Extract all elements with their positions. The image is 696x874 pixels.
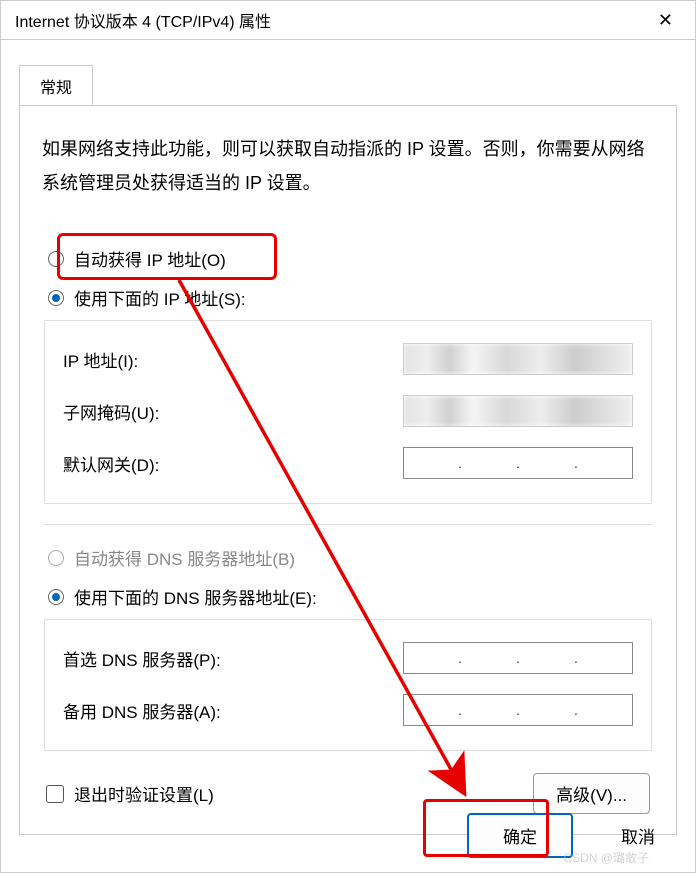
- watermark-text: CSDN @璐敢子: [563, 849, 649, 866]
- ip-address-input[interactable]: [403, 343, 633, 375]
- dialog-window: Internet 协议版本 4 (TCP/IPv4) 属性 ✕ 常规 如果网络支…: [0, 0, 696, 873]
- radio-manual-dns-label: 使用下面的 DNS 服务器地址(E):: [74, 584, 317, 609]
- radio-icon: [48, 589, 64, 605]
- primary-dns-label: 首选 DNS 服务器(P):: [63, 646, 221, 671]
- radio-manual-ip[interactable]: 使用下面的 IP 地址(S):: [48, 281, 654, 314]
- radio-auto-dns-label: 自动获得 DNS 服务器地址(B): [74, 545, 295, 570]
- primary-dns-input[interactable]: ...: [403, 642, 633, 674]
- tab-general[interactable]: 常规: [19, 65, 93, 106]
- tab-content: 如果网络支持此功能，则可以获取自动指派的 IP 设置。否则，你需要从网络系统管理…: [19, 105, 677, 835]
- ip-fields-group: IP 地址(I): 子网掩码(U): 默认网关(D): ...: [44, 320, 652, 504]
- advanced-button[interactable]: 高级(V)...: [533, 773, 650, 814]
- radio-manual-ip-label: 使用下面的 IP 地址(S):: [74, 285, 246, 310]
- secondary-dns-input[interactable]: ...: [403, 694, 633, 726]
- radio-auto-dns: 自动获得 DNS 服务器地址(B): [48, 541, 654, 574]
- divider: [44, 524, 652, 525]
- subnet-mask-label: 子网掩码(U):: [63, 399, 159, 424]
- checkbox-icon: [46, 785, 64, 803]
- gateway-input[interactable]: ...: [403, 447, 633, 479]
- radio-manual-dns[interactable]: 使用下面的 DNS 服务器地址(E):: [48, 580, 654, 613]
- close-icon[interactable]: ✕: [650, 6, 681, 35]
- radio-auto-ip[interactable]: 自动获得 IP 地址(O): [48, 242, 654, 275]
- radio-icon: [48, 550, 64, 566]
- description-text: 如果网络支持此功能，则可以获取自动指派的 IP 设置。否则，你需要从网络系统管理…: [42, 132, 654, 200]
- ok-button[interactable]: 确定: [467, 813, 573, 858]
- radio-icon: [48, 251, 64, 267]
- dialog-body: 常规 如果网络支持此功能，则可以获取自动指派的 IP 设置。否则，你需要从网络系…: [1, 40, 695, 853]
- validate-checkbox-label: 退出时验证设置(L): [74, 781, 214, 806]
- window-title: Internet 协议版本 4 (TCP/IPv4) 属性: [15, 8, 271, 32]
- gateway-label: 默认网关(D):: [63, 451, 159, 476]
- radio-auto-ip-label: 自动获得 IP 地址(O): [74, 246, 226, 271]
- subnet-mask-input[interactable]: [403, 395, 633, 427]
- validate-checkbox-row[interactable]: 退出时验证设置(L): [46, 781, 214, 806]
- ip-address-label: IP 地址(I):: [63, 347, 138, 372]
- secondary-dns-label: 备用 DNS 服务器(A):: [63, 698, 221, 723]
- titlebar: Internet 协议版本 4 (TCP/IPv4) 属性 ✕: [1, 1, 695, 39]
- radio-icon: [48, 290, 64, 306]
- dns-fields-group: 首选 DNS 服务器(P): ... 备用 DNS 服务器(A): ...: [44, 619, 652, 751]
